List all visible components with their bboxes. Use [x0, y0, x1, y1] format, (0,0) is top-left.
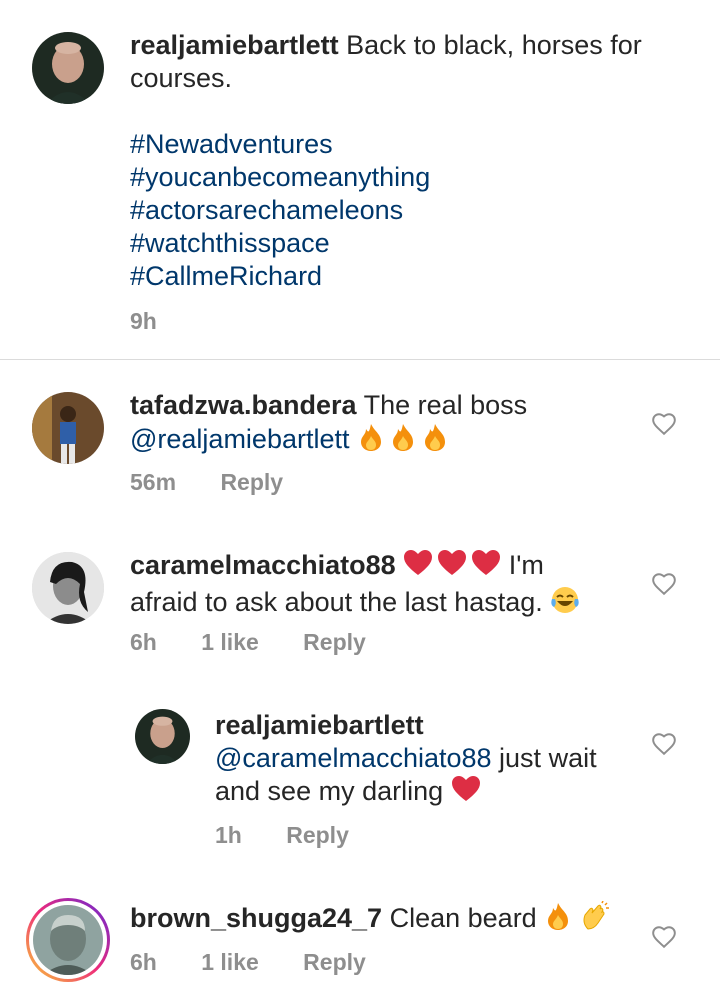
- comment-text: realjamiebartlett @caramelmacchiato88 ju…: [215, 709, 635, 811]
- hashtag[interactable]: #watchthisspace: [130, 227, 330, 260]
- mention-link[interactable]: @caramelmacchiato88: [215, 743, 492, 773]
- hashtag[interactable]: #Newadventures: [130, 128, 333, 161]
- reply-button[interactable]: Reply: [303, 949, 366, 975]
- comment-text: brown_shugga24_7 Clean beard: [130, 900, 640, 939]
- hashtag[interactable]: #actorsarechameleons: [130, 194, 403, 227]
- hashtag[interactable]: #CallmeRichard: [130, 260, 322, 293]
- comment-body: I'm: [508, 550, 544, 581]
- fire-emoji: [544, 901, 572, 939]
- avatar[interactable]: [135, 709, 190, 764]
- avatar[interactable]: [32, 552, 104, 624]
- comment-meta: 6h 1 like Reply: [130, 949, 404, 976]
- clapping-hands-emoji: [580, 900, 610, 939]
- comment-meta: 1h Reply: [215, 822, 387, 849]
- reply-button[interactable]: Reply: [303, 629, 366, 655]
- comment-body: Clean beard: [389, 903, 537, 934]
- comment-username[interactable]: realjamiebartlett: [215, 710, 424, 740]
- reply-button[interactable]: Reply: [220, 469, 283, 495]
- fire-emoji: [357, 422, 453, 460]
- comment-time: 6h: [130, 629, 157, 655]
- red-heart-emoji: [403, 549, 501, 585]
- tears-of-joy-emoji: [550, 585, 580, 623]
- heart-icon[interactable]: [651, 924, 677, 950]
- comment-username[interactable]: caramelmacchiato88: [130, 550, 396, 580]
- comment-username[interactable]: brown_shugga24_7: [130, 903, 382, 933]
- comment-time: 56m: [130, 469, 177, 495]
- comment-username[interactable]: tafadzwa.bandera: [130, 390, 357, 420]
- heart-icon[interactable]: [651, 571, 677, 597]
- comment-meta: 6h 1 like Reply: [130, 629, 404, 656]
- heart-icon[interactable]: [651, 411, 677, 437]
- hashtag[interactable]: #youcanbecomeanything: [130, 161, 430, 194]
- like-count[interactable]: 1 like: [201, 949, 259, 975]
- caption-username[interactable]: realjamiebartlett: [130, 30, 339, 60]
- avatar-story-ring[interactable]: [26, 898, 110, 982]
- comment-body: just wait: [499, 743, 597, 773]
- comment-body: and see my darling: [215, 776, 444, 807]
- avatar[interactable]: [32, 392, 104, 464]
- comment-text: caramelmacchiato88 I'm afraid to ask abo…: [130, 549, 650, 623]
- comment-time: 1h: [215, 822, 242, 848]
- comment-meta: 56m Reply: [130, 469, 321, 496]
- comment-body: The real boss: [363, 390, 528, 420]
- comment-text: tafadzwa.bandera The real boss @realjami…: [130, 389, 640, 460]
- divider: [0, 359, 720, 360]
- comment-body: afraid to ask about the last hastag.: [130, 587, 543, 618]
- comment-time: 6h: [130, 949, 157, 975]
- reply-button[interactable]: Reply: [286, 822, 349, 848]
- caption-text: realjamiebartlett Back to black, horses …: [130, 29, 690, 95]
- mention-link[interactable]: @realjamiebartlett: [130, 424, 350, 454]
- like-count[interactable]: 1 like: [201, 629, 259, 655]
- avatar[interactable]: [32, 32, 104, 104]
- caption-time: 9h: [130, 308, 157, 334]
- heart-icon[interactable]: [651, 731, 677, 757]
- red-heart-emoji: [451, 775, 481, 811]
